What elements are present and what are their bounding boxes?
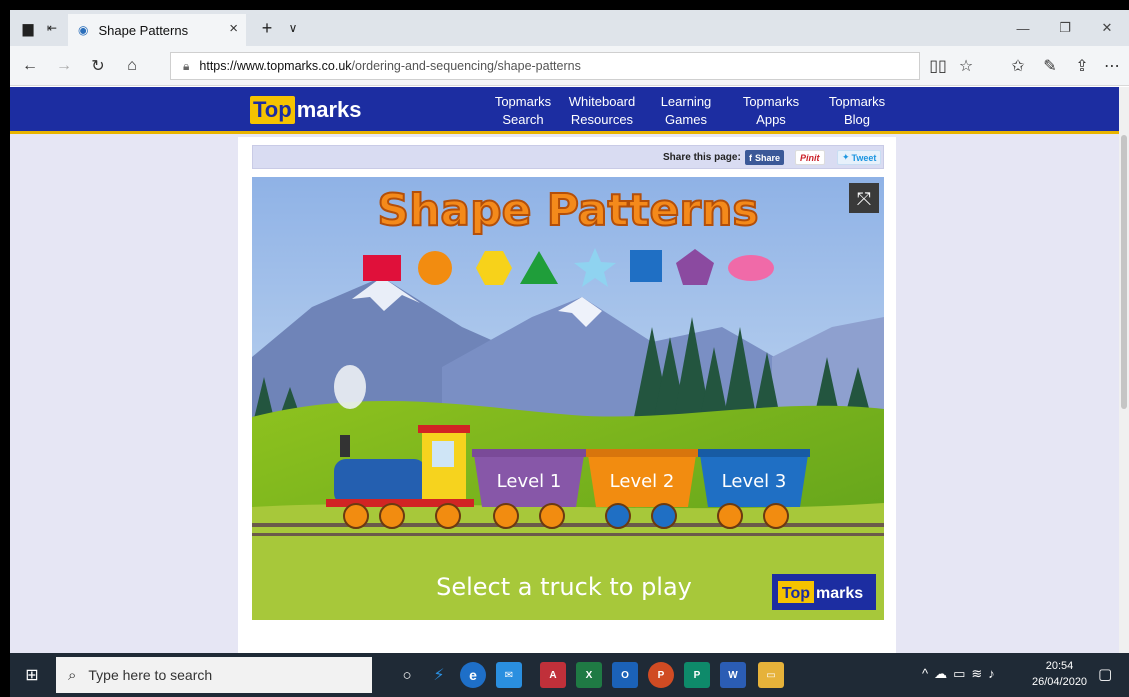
tab-list-chevron-icon[interactable]: ∨ — [282, 10, 304, 46]
taskbar-clock[interactable]: 20:54 26/04/2020 — [1032, 658, 1087, 690]
level-2-label: Level 2 — [610, 471, 675, 492]
nav-label: Topmarks — [828, 94, 886, 109]
new-tab-button[interactable]: + — [254, 10, 280, 46]
logo-marks: marks — [296, 97, 362, 122]
notes-pen-icon[interactable]: ✎ — [1036, 54, 1064, 78]
select-truck-prompt: Select a truck to play — [436, 573, 692, 601]
taskbar-search-box[interactable]: ⌕ Type here to search — [56, 657, 372, 693]
minimize-icon[interactable]: — — [1002, 10, 1044, 46]
home-icon[interactable]: ⌂ — [118, 54, 146, 78]
system-tray-icons[interactable]: ^☁▭≋♪ — [922, 666, 1001, 682]
nav-label: Topmarks — [494, 94, 552, 109]
screen: ▆ ⇤ ◉ Shape Patterns × + ∨ — ❐ ✕ ← → ↻ ⌂… — [10, 10, 1129, 697]
nav-whiteboard-resources[interactable]: Whiteboard Resources — [564, 93, 640, 129]
nav-label: Learning — [660, 94, 712, 109]
ellipse-shape — [728, 255, 774, 281]
url-host: https://www.topmarks.co.uk — [199, 59, 352, 73]
restore-icon[interactable]: ❐ — [1044, 10, 1086, 46]
clock-date: 26/04/2020 — [1032, 676, 1088, 688]
fullscreen-button[interactable]: ⤧ — [849, 183, 879, 213]
nav-topmarks-blog[interactable]: Topmarks Blog — [822, 93, 892, 129]
lock-icon: 🔒︎ — [183, 58, 190, 73]
url-path: /ordering-and-sequencing/shape-patterns — [351, 59, 581, 73]
access-icon[interactable]: A — [540, 662, 566, 688]
tab-actions-icon[interactable]: ▆ — [16, 10, 40, 46]
tab-shape-patterns[interactable]: ◉ Shape Patterns × — [68, 14, 246, 46]
game-logo-marks: marks — [816, 585, 863, 602]
level-1-label: Level 1 — [497, 471, 562, 492]
share-label: Share this page: — [663, 152, 741, 163]
nav-label: Whiteboard — [568, 94, 636, 109]
publisher-icon[interactable]: P — [684, 662, 710, 688]
word-icon[interactable]: W — [720, 662, 746, 688]
edge-browser-icon[interactable]: e — [460, 662, 486, 688]
powerpoint-icon[interactable]: P — [648, 662, 674, 688]
tab-close-icon[interactable]: × — [229, 20, 238, 37]
clock-time: 20:54 — [1045, 660, 1074, 672]
level-3-label: Level 3 — [722, 471, 787, 492]
circle-shape — [418, 251, 452, 285]
nav-topmarks-search[interactable]: Topmarks Search — [488, 93, 558, 129]
share-icon[interactable]: ⇪ — [1068, 54, 1096, 78]
nav-label: Resources — [570, 112, 634, 127]
nav-label: Search — [502, 112, 544, 127]
favorite-star-icon[interactable]: ☆ — [952, 54, 980, 78]
file-explorer-icon[interactable]: ▭ — [758, 662, 784, 688]
close-window-icon[interactable]: ✕ — [1086, 10, 1128, 46]
nav-label: Blog — [843, 112, 871, 127]
lightning-app-icon[interactable]: ⚡︎ — [426, 662, 452, 688]
site-header: Top marks Topmarks Search Whiteboard Reso… — [10, 87, 1119, 134]
cortana-icon[interactable]: ○ — [394, 662, 420, 688]
excel-icon[interactable]: X — [576, 662, 602, 688]
scrollbar-thumb[interactable] — [1121, 135, 1127, 409]
address-bar[interactable]: 🔒︎ https://www.topmarks.co.uk/ordering-a… — [170, 52, 920, 80]
nav-topmarks-apps[interactable]: Topmarks Apps — [736, 93, 806, 129]
main-content: Share this page: f Share Pinit ✦ Tweet S… — [238, 137, 896, 653]
windows-start-icon[interactable]: ⊞ — [10, 653, 54, 697]
taskbar-search-placeholder: Type here to search — [88, 667, 213, 683]
game-topmarks-logo[interactable]: Top marks — [772, 574, 876, 610]
logo-top: Top — [250, 96, 295, 124]
square-shape — [630, 250, 662, 282]
notifications-icon[interactable]: ▢ — [1098, 665, 1112, 683]
share-bar: Share this page: f Share Pinit ✦ Tweet — [252, 145, 884, 169]
outlook-icon[interactable]: O — [612, 662, 638, 688]
tab-title: Shape Patterns — [98, 22, 189, 38]
web-page: Top marks Topmarks Search Whiteboard Reso… — [10, 87, 1119, 653]
page-scrollbar[interactable] — [1119, 87, 1129, 653]
game-title: Shape Patterns — [377, 185, 758, 236]
game-canvas[interactable]: Shape Patterns ⤧ Level 1 Level 2 Level 3… — [252, 177, 884, 620]
topmarks-logo[interactable]: Top marks — [250, 96, 362, 124]
browser-navbar: ← → ↻ ⌂ 🔒︎ https://www.topmarks.co.uk/or… — [10, 46, 1129, 86]
facebook-share-label: Share — [755, 152, 781, 163]
forward-icon[interactable]: → — [50, 54, 78, 78]
more-icon[interactable]: ⋯ — [1098, 54, 1126, 78]
browser-titlebar: ▆ ⇤ ◉ Shape Patterns × + ∨ — ❐ ✕ — [10, 10, 1129, 46]
refresh-icon[interactable]: ↻ — [84, 54, 112, 78]
search-icon: ⌕ — [68, 666, 77, 684]
rectangle-shape — [363, 255, 401, 281]
windows-taskbar: ⊞ ⌕ Type here to search ○ ⚡︎ e ✉ A X O P… — [10, 653, 1129, 697]
reading-view-icon[interactable]: ▯▯ — [924, 54, 952, 78]
pinterest-button[interactable]: Pinit — [795, 150, 825, 165]
back-icon[interactable]: ← — [16, 54, 44, 78]
mail-icon[interactable]: ✉ — [496, 662, 522, 688]
favorites-hub-icon[interactable]: ✩ — [1004, 54, 1032, 78]
facebook-icon: f — [749, 152, 752, 163]
facebook-share-button[interactable]: f Share — [745, 150, 785, 165]
nav-label: Topmarks — [742, 94, 800, 109]
tweet-button[interactable]: ✦ Tweet — [837, 150, 882, 165]
twitter-bird-icon: ✦ — [842, 152, 850, 162]
tab-favicon-icon: ◉ — [78, 23, 89, 37]
nav-label: Apps — [756, 112, 786, 127]
nav-label: Games — [665, 112, 707, 127]
tweet-label: Tweet — [851, 152, 877, 163]
set-aside-tabs-icon[interactable]: ⇤ — [40, 10, 64, 46]
game-logo-top: Top — [782, 585, 810, 602]
fullscreen-icon: ⤧ — [857, 189, 871, 210]
nav-learning-games[interactable]: Learning Games — [656, 93, 716, 129]
